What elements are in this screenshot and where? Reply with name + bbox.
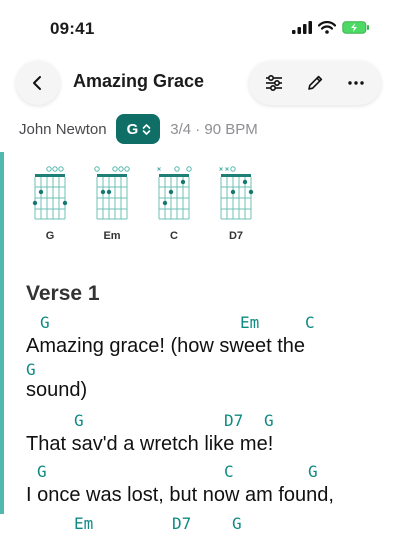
chord-label[interactable]: Em <box>74 514 93 533</box>
edit-button[interactable] <box>297 65 333 101</box>
chord-label[interactable]: C <box>224 462 234 481</box>
lyric-line: sound) <box>26 379 88 401</box>
status-bar: 09:41 <box>0 0 400 50</box>
chord-row: G C G <box>26 462 386 484</box>
song-meta: John Newton G 3/4 · 90 BPM <box>19 114 258 144</box>
chord-label[interactable]: G <box>308 462 318 481</box>
header-actions <box>249 61 381 105</box>
battery-charging-icon <box>342 21 369 34</box>
chord-label[interactable]: D7 <box>172 514 191 533</box>
time-signature-tempo: 3/4 · 90 BPM <box>170 120 258 138</box>
pencil-icon <box>308 75 323 90</box>
chord-diagram-em[interactable]: Em <box>87 160 137 242</box>
wifi-icon <box>318 21 336 34</box>
chord-row: G D7 G <box>26 411 386 433</box>
chord-label[interactable]: G <box>74 411 84 430</box>
chord-grid-em <box>94 166 130 220</box>
chord-row: Em D7 G <box>26 514 386 536</box>
chord-name: C <box>170 230 178 242</box>
sliders-icon <box>265 74 282 92</box>
chord-label[interactable]: G <box>26 360 36 379</box>
back-button[interactable] <box>16 61 60 105</box>
chord-label[interactable]: G <box>37 462 47 481</box>
more-button[interactable] <box>338 65 374 101</box>
chord-label[interactable]: C <box>305 313 315 332</box>
chord-grid-c <box>157 166 192 220</box>
chord-name: D7 <box>228 230 244 242</box>
cellular-signal-icon <box>292 21 312 34</box>
status-icons <box>292 21 370 34</box>
chord-label[interactable]: Em <box>240 313 259 332</box>
page-title: Amazing Grace <box>73 71 205 91</box>
chord-name: Em <box>103 230 121 242</box>
chord-label[interactable]: D7 <box>224 411 243 430</box>
chord-diagram-d7[interactable]: D7 <box>211 160 261 242</box>
key-label: G <box>126 120 139 138</box>
chord-name: G <box>45 230 55 242</box>
chord-label[interactable]: G <box>264 411 274 430</box>
section-title: Verse 1 <box>26 282 100 305</box>
section-rail <box>0 152 4 514</box>
adjust-button[interactable] <box>256 65 292 101</box>
chord-diagram-g[interactable]: G <box>25 160 75 242</box>
lyric-line: That sav'd a wretch like me! <box>26 433 274 455</box>
lyric-line: I once was lost, but now am found, <box>26 484 334 506</box>
chord-label[interactable]: G <box>40 313 50 332</box>
back-chevron-icon <box>33 76 41 90</box>
chord-grid-d7 <box>219 166 254 220</box>
key-selector[interactable]: G <box>115 114 161 144</box>
chord-label[interactable]: G <box>232 514 242 533</box>
chord-diagram-c[interactable]: C <box>149 160 199 242</box>
chord-row: G Em C <box>26 313 386 335</box>
lyric-line: Amazing grace! (how sweet the <box>26 335 306 357</box>
chevron-updown-icon <box>142 123 151 135</box>
more-icon <box>348 81 365 85</box>
chord-grid-g <box>32 166 68 220</box>
status-time: 09:41 <box>50 19 95 38</box>
author-name: John Newton <box>19 120 107 138</box>
